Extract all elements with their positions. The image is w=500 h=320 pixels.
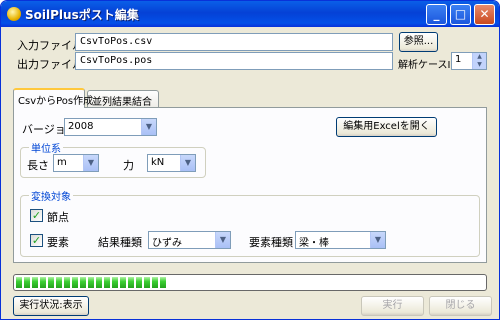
units-group-title: 単位系 <box>29 140 63 155</box>
progress-block <box>80 277 86 288</box>
conversion-group-title: 変換対象 <box>29 188 73 203</box>
element-type-select[interactable]: 梁・棒 ▼ <box>295 231 386 249</box>
progress-block <box>96 277 102 288</box>
case-id-value: 1 <box>455 54 462 65</box>
element-type-label: 要素種類 <box>249 236 293 249</box>
length-unit-select[interactable]: m ▼ <box>53 154 99 172</box>
chevron-down-icon: ▼ <box>141 119 156 135</box>
progress-block <box>104 277 110 288</box>
length-unit-value: m <box>57 157 67 168</box>
version-value: 2008 <box>68 121 94 132</box>
chevron-down-icon: ▼ <box>215 232 230 248</box>
status-display-button[interactable]: 実行状況:表示 <box>13 296 89 316</box>
progress-block <box>48 277 54 288</box>
element-type-value: 梁・棒 <box>299 238 329 249</box>
progress-block <box>16 277 22 288</box>
progress-block <box>24 277 30 288</box>
progress-block <box>160 277 166 288</box>
progress-block <box>72 277 78 288</box>
result-type-label: 結果種類 <box>98 236 142 249</box>
force-unit-select[interactable]: kN ▼ <box>147 154 196 172</box>
progress-block <box>112 277 118 288</box>
tab-panel: バージョン 2008 ▼ 編集用Excelを開く 単位系 長さ m ▼ 力 kN… <box>13 107 487 263</box>
version-select[interactable]: 2008 ▼ <box>64 118 157 136</box>
progress-block <box>120 277 126 288</box>
title-bar[interactable]: SoilPlusポスト編集 _ □ ✕ <box>1 1 499 27</box>
input-file-label: 入力ファイル <box>17 39 83 52</box>
close-button[interactable]: 閉じる <box>429 296 492 316</box>
progress-block <box>32 277 38 288</box>
progress-block <box>40 277 46 288</box>
chevron-down-icon: ▼ <box>370 232 385 248</box>
units-group: 単位系 長さ m ▼ 力 kN ▼ <box>20 140 206 178</box>
force-unit-value: kN <box>151 157 165 168</box>
length-label: 長さ <box>27 159 49 172</box>
progress-block <box>56 277 62 288</box>
force-label: 力 <box>123 159 134 172</box>
tab-merge-parallel-results[interactable]: 並列結果結合 <box>87 90 159 108</box>
tab-csv-to-pos[interactable]: CsvからPos作成 <box>13 88 93 108</box>
window-title: SoilPlusポスト編集 <box>25 8 139 22</box>
node-checkbox[interactable]: ✓ <box>30 209 43 222</box>
progress-block <box>136 277 142 288</box>
progress-block <box>64 277 70 288</box>
progress-block <box>128 277 134 288</box>
progress-block <box>144 277 150 288</box>
run-button[interactable]: 実行 <box>361 296 424 316</box>
chevron-down-icon: ▼ <box>180 155 195 171</box>
progress-block <box>88 277 94 288</box>
output-file-label: 出力ファイル <box>17 58 83 71</box>
app-icon <box>7 7 21 21</box>
progress-block <box>152 277 158 288</box>
progress-bar <box>13 274 487 291</box>
case-id-label: 解析ケースID <box>398 60 459 71</box>
conversion-target-group: 変換対象 ✓ 節点 ✓ 要素 結果種類 ひずみ ▼ 要素種類 梁・棒 ▼ <box>20 188 480 257</box>
main-window: SoilPlusポスト編集 _ □ ✕ 入力ファイル CsvToPos.csv … <box>0 0 500 320</box>
output-file-field[interactable]: CsvToPos.pos <box>75 52 393 70</box>
element-label: 要素 <box>47 236 69 249</box>
node-label: 節点 <box>47 211 69 224</box>
minimize-button[interactable]: _ <box>426 4 447 25</box>
result-type-value: ひずみ <box>152 238 182 249</box>
open-excel-button[interactable]: 編集用Excelを開く <box>336 117 437 137</box>
progress-fill <box>16 277 166 288</box>
browse-button[interactable]: 参照... <box>399 32 438 52</box>
result-type-select[interactable]: ひずみ ▼ <box>148 231 231 249</box>
chevron-down-icon: ▼ <box>83 155 98 171</box>
element-checkbox[interactable]: ✓ <box>30 234 43 247</box>
close-window-button[interactable]: ✕ <box>474 4 495 25</box>
maximize-button[interactable]: □ <box>450 4 471 25</box>
case-id-spinner[interactable]: 1 ▲ ▼ <box>451 52 487 70</box>
input-file-field[interactable]: CsvToPos.csv <box>75 33 393 51</box>
spin-arrows-icon[interactable]: ▲ ▼ <box>472 53 486 69</box>
